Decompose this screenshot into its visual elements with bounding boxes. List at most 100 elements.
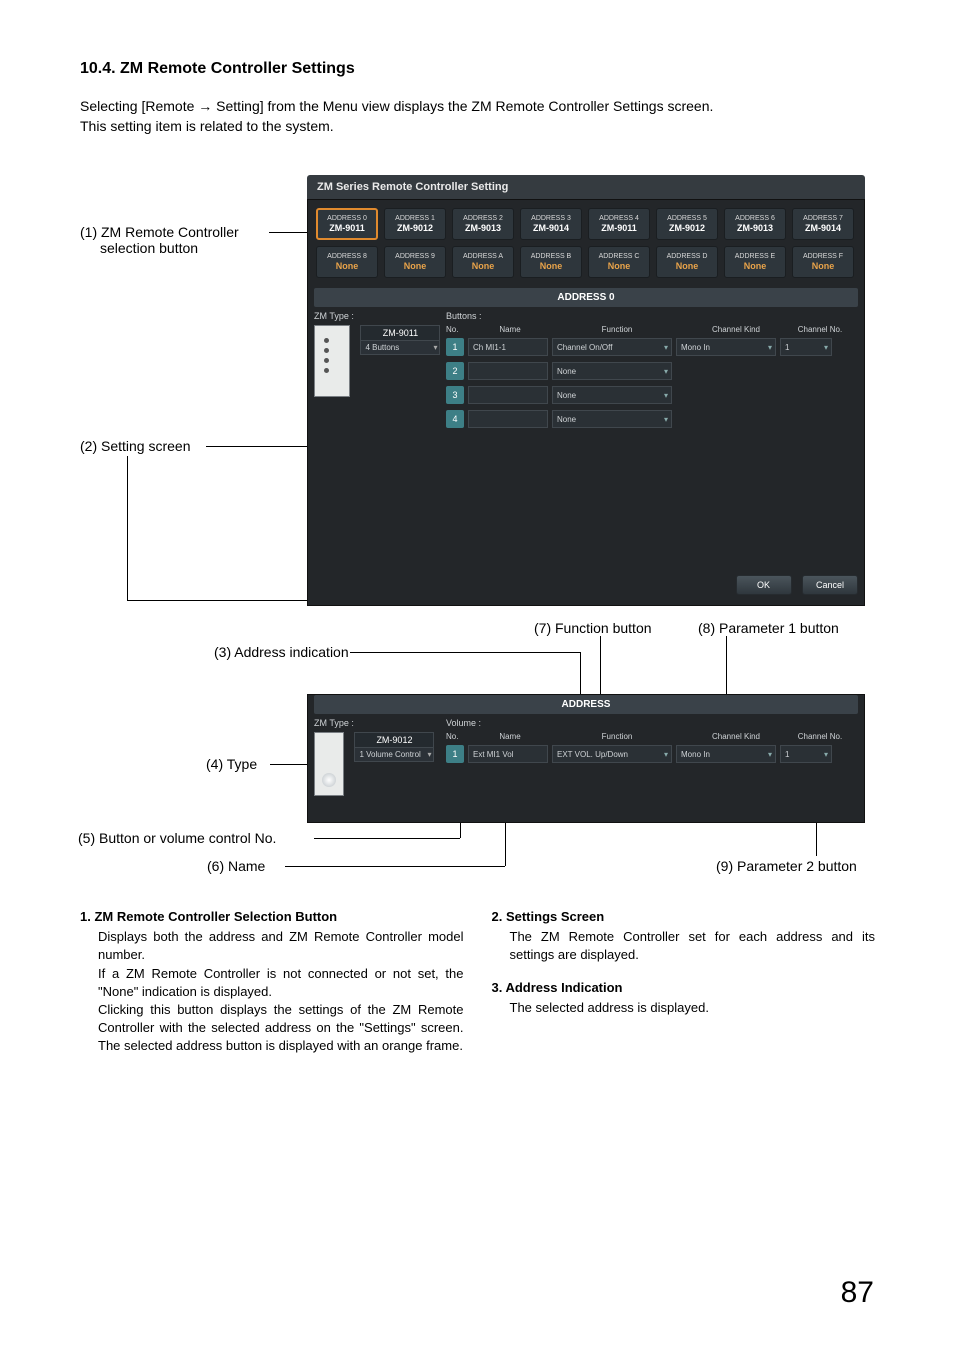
chevron-down-icon: ▾ [824, 750, 828, 759]
row-no: 4 [446, 410, 464, 428]
item-3-body: The selected address is displayed. [510, 999, 876, 1017]
button-row-detail-1: 1 Ext MI1 Vol EXT VOL. Up/Down▾ Mono In▾… [446, 745, 858, 763]
device-image [314, 325, 350, 397]
volume-label: Volume : [446, 718, 858, 728]
intro-line-1: Selecting [Remote → Setting] from the Me… [80, 98, 713, 114]
leader-2 [206, 446, 308, 447]
callout-3: (3) Address indication [214, 644, 349, 660]
address-button-7[interactable]: ADDRESS 7ZM-9014 [792, 208, 854, 240]
hdr-no: No. [446, 325, 468, 334]
address-button-9[interactable]: ADDRESS 9None [384, 246, 446, 278]
param1-select[interactable]: Mono In▾ [676, 745, 776, 763]
row-no: 3 [446, 386, 464, 404]
address-button-5[interactable]: ADDRESS 5ZM-9012 [656, 208, 718, 240]
function-select[interactable]: None▾ [552, 362, 672, 380]
address-indicator: ADDRESS 0 [314, 288, 858, 307]
address-button-2[interactable]: ADDRESS 2ZM-9013 [452, 208, 514, 240]
chevron-down-icon: ▾ [664, 367, 668, 376]
hdr-name: Name [468, 732, 552, 741]
buttons-label: Buttons : [446, 311, 858, 321]
hdr-func: Function [552, 325, 682, 334]
address-button-b[interactable]: ADDRESS BNone [520, 246, 582, 278]
function-select[interactable]: Channel On/Off▾ [552, 338, 672, 356]
type-name-detail: ZM-9012 [354, 732, 434, 748]
param2-select[interactable]: 1▾ [780, 745, 832, 763]
leader-2v [127, 456, 128, 600]
row-no: 1 [446, 745, 464, 763]
hdr-no: No. [446, 732, 468, 741]
chevron-down-icon: ▾ [824, 343, 828, 352]
ok-button[interactable]: OK [736, 575, 792, 595]
hdr-func: Function [552, 732, 682, 741]
row-no: 2 [446, 362, 464, 380]
type-select[interactable]: 4 Buttons▾ [360, 341, 440, 355]
name-input[interactable] [468, 362, 548, 380]
buttons-header-detail: No. Name Function Channel Kind Channel N… [446, 732, 858, 741]
name-input[interactable]: Ch MI1-1 [468, 338, 548, 356]
leader-3v [580, 652, 581, 696]
knob-icon [322, 773, 336, 787]
callout-2: (2) Setting screen [80, 438, 191, 454]
param2-select[interactable]: 1▾ [780, 338, 832, 356]
hdr-p1: Channel Kind [682, 325, 790, 334]
hdr-name: Name [468, 325, 552, 334]
callout-6: (6) Name [207, 858, 265, 874]
address-button-a[interactable]: ADDRESS ANone [452, 246, 514, 278]
type-select-detail[interactable]: 1 Volume Control▾ [354, 748, 434, 762]
button-row-4: 4 None▾ [446, 410, 858, 428]
buttons-header: No. Name Function Channel Kind Channel N… [446, 325, 858, 334]
address-button-f[interactable]: ADDRESS FNone [792, 246, 854, 278]
callout-9: (9) Parameter 2 button [716, 858, 857, 874]
name-input[interactable]: Ext MI1 Vol [468, 745, 548, 763]
settings-area: ZM Type : ZM-9011 4 Buttons▾ [314, 311, 858, 521]
address-button-1[interactable]: ADDRESS 1ZM-9012 [384, 208, 446, 240]
address-button-0[interactable]: ADDRESS 0ZM-9011 [316, 208, 378, 240]
callout-5: (5) Button or volume control No. [78, 830, 276, 846]
row-no: 1 [446, 338, 464, 356]
leader-3 [350, 652, 580, 653]
function-select[interactable]: EXT VOL. Up/Down▾ [552, 745, 672, 763]
address-button-6[interactable]: ADDRESS 6ZM-9013 [724, 208, 786, 240]
body-columns: 1. ZM Remote Controller Selection Button… [80, 908, 875, 1070]
item-3-title: 3. Address Indication [492, 979, 876, 997]
address-button-d[interactable]: ADDRESS DNone [656, 246, 718, 278]
chevron-down-icon: ▾ [664, 750, 668, 759]
callout-7: (7) Function button [534, 620, 652, 636]
cancel-button[interactable]: Cancel [802, 575, 858, 595]
item-2-title: 2. Settings Screen [492, 908, 876, 926]
button-row-1: 1 Ch MI1-1 Channel On/Off▾ Mono In▾ 1▾ [446, 338, 858, 356]
page-number: 87 [841, 1276, 874, 1310]
hdr-p2: Channel No. [790, 325, 850, 334]
function-select[interactable]: None▾ [552, 386, 672, 404]
callout-8: (8) Parameter 1 button [698, 620, 839, 636]
dialog-buttons: OK Cancel [314, 575, 858, 595]
item-2-body: The ZM Remote Controller set for each ad… [510, 928, 876, 964]
address-button-c[interactable]: ADDRESS CNone [588, 246, 650, 278]
detail-screenshot: ADDRESS ZM Type : ZM-9012 1 Volume Contr… [307, 694, 865, 823]
hdr-p1: Channel Kind [682, 732, 790, 741]
item-1-title: 1. ZM Remote Controller Selection Button [80, 908, 464, 926]
leader-6 [285, 866, 505, 867]
address-button-3[interactable]: ADDRESS 3ZM-9014 [520, 208, 582, 240]
callout-4: (4) Type [206, 756, 257, 772]
chevron-down-icon: ▾ [664, 415, 668, 424]
name-input[interactable] [468, 410, 548, 428]
hdr-p2: Channel No. [790, 732, 850, 741]
leader-1 [269, 232, 309, 233]
address-button-e[interactable]: ADDRESS ENone [724, 246, 786, 278]
callout-1-line-b: selection button [80, 240, 198, 256]
chevron-down-icon: ▾ [427, 750, 431, 759]
chevron-down-icon: ▾ [768, 343, 772, 352]
callout-1: (1) ZM Remote Controller selection butto… [80, 224, 239, 256]
function-select[interactable]: None▾ [552, 410, 672, 428]
address-grid: ADDRESS 0ZM-9011 ADDRESS 1ZM-9012 ADDRES… [314, 206, 858, 282]
address-button-4[interactable]: ADDRESS 4ZM-9011 [588, 208, 650, 240]
leader-4 [270, 764, 310, 765]
address-button-8[interactable]: ADDRESS 8None [316, 246, 378, 278]
name-input[interactable] [468, 386, 548, 404]
type-name: ZM-9011 [360, 325, 440, 341]
leader-5 [314, 838, 460, 839]
chevron-down-icon: ▾ [433, 343, 437, 352]
item-1-body: Displays both the address and ZM Remote … [98, 928, 464, 1055]
param1-select[interactable]: Mono In▾ [676, 338, 776, 356]
